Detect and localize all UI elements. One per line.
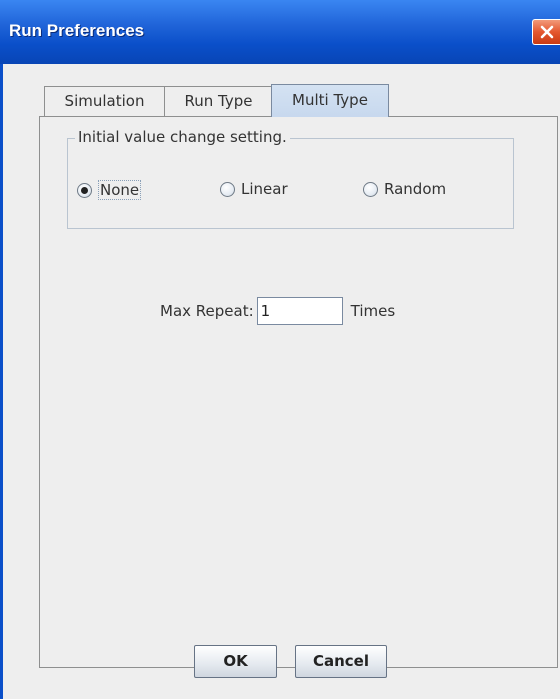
window-title: Run Preferences	[9, 21, 145, 40]
radio-label: Linear	[241, 180, 288, 198]
max-repeat-row: Max Repeat: Times	[160, 297, 395, 325]
title-bar: Run Preferences	[0, 0, 560, 64]
radio-random[interactable]: Random	[363, 180, 446, 198]
ok-button[interactable]: OK	[194, 645, 277, 678]
radio-label: Random	[384, 180, 447, 198]
radio-linear[interactable]: Linear	[220, 180, 288, 198]
group-legend: Initial value change setting.	[75, 128, 290, 146]
tab-label: Run Type	[184, 92, 253, 110]
tab-label: Multi Type	[292, 91, 368, 109]
tab-run-type[interactable]: Run Type	[164, 86, 273, 116]
close-icon	[540, 25, 554, 39]
radio-button-checked[interactable]	[77, 182, 92, 198]
max-repeat-label: Max Repeat:	[160, 302, 254, 320]
tab-simulation[interactable]: Simulation	[44, 86, 165, 116]
tab-label: Simulation	[64, 92, 145, 110]
tab-panel-multi-type: Initial value change setting. None Linea…	[39, 116, 558, 668]
radio-button[interactable]	[220, 181, 235, 197]
tab-multi-type[interactable]: Multi Type	[271, 84, 389, 117]
max-repeat-input[interactable]	[256, 297, 343, 325]
radio-none[interactable]: None	[77, 180, 142, 200]
radio-label: None	[98, 180, 142, 200]
cancel-button[interactable]: Cancel	[295, 645, 387, 678]
close-button[interactable]	[532, 19, 560, 45]
radio-button[interactable]	[363, 181, 378, 197]
times-label: Times	[350, 302, 396, 320]
dialog-content: Simulation Run Type Multi Type Initial v…	[3, 64, 560, 699]
